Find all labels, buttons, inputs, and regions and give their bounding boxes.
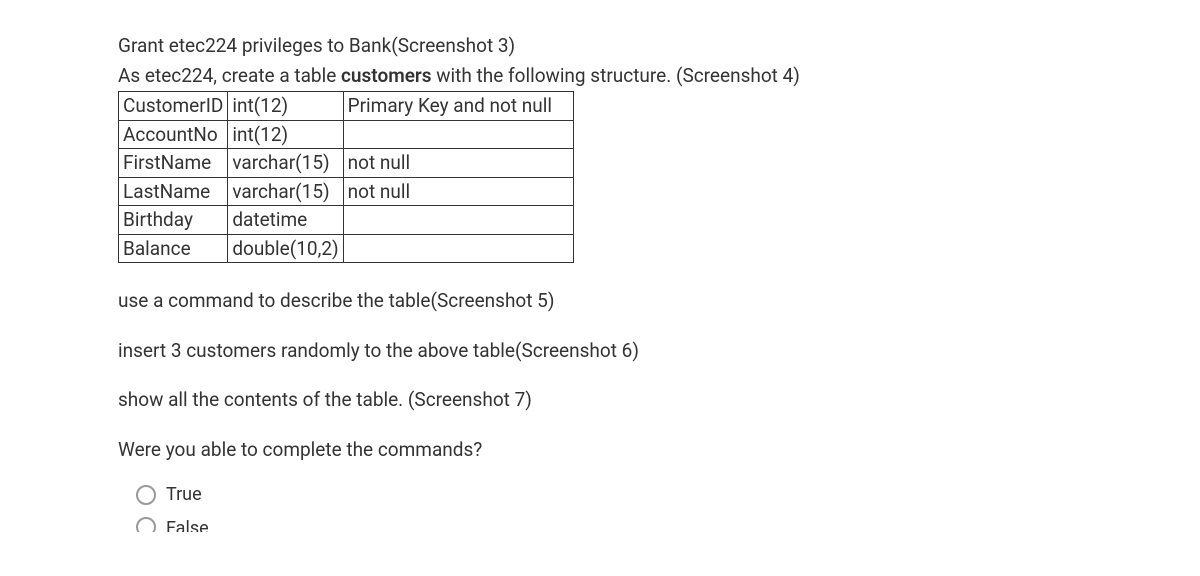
cell-type: double(10,2) <box>228 234 343 263</box>
cell-constraint <box>343 234 573 263</box>
table-row: CustomerID int(12) Primary Key and not n… <box>119 92 574 121</box>
cell-type: int(12) <box>228 92 343 121</box>
intro-line-2b: with the following structure. (Screensho… <box>432 64 800 87</box>
cell-field: Birthday <box>119 206 228 235</box>
radio-label-true: True <box>166 482 202 508</box>
radio-circle-icon <box>136 485 156 505</box>
radio-circle-icon <box>136 517 156 532</box>
radio-option-false[interactable]: False <box>136 516 1200 532</box>
instruction-2: insert 3 customers randomly to the above… <box>118 337 1200 365</box>
instruction-1: use a command to describe the table(Scre… <box>118 287 1200 315</box>
cell-field: AccountNo <box>119 120 228 149</box>
table-row: FirstName varchar(15) not null <box>119 149 574 178</box>
table-row: Birthday datetime <box>119 206 574 235</box>
table-row: LastName varchar(15) not null <box>119 177 574 206</box>
structure-table: CustomerID int(12) Primary Key and not n… <box>118 91 574 263</box>
cell-constraint: not null <box>343 177 573 206</box>
intro-line-1: Grant etec224 privileges to Bank(Screens… <box>118 32 1200 60</box>
cell-type: varchar(15) <box>228 149 343 178</box>
cell-constraint: Primary Key and not null <box>343 92 573 121</box>
cell-type: varchar(15) <box>228 177 343 206</box>
instruction-3: show all the contents of the table. (Scr… <box>118 386 1200 414</box>
cell-constraint <box>343 120 573 149</box>
radio-group: True False <box>118 482 1200 532</box>
radio-option-true[interactable]: True <box>136 482 1200 508</box>
cell-constraint: not null <box>343 149 573 178</box>
intro-line-2: As etec224, create a table customers wit… <box>118 62 1200 90</box>
cell-field: LastName <box>119 177 228 206</box>
cell-type: int(12) <box>228 120 343 149</box>
table-row: Balance double(10,2) <box>119 234 574 263</box>
cell-field: CustomerID <box>119 92 228 121</box>
radio-label-false: False <box>166 516 209 532</box>
intro-line-2a: As etec224, create a table <box>118 64 341 87</box>
intro-bold-customers: customers <box>341 64 432 87</box>
cell-type: datetime <box>228 206 343 235</box>
cell-field: FirstName <box>119 149 228 178</box>
table-row: AccountNo int(12) <box>119 120 574 149</box>
cell-constraint <box>343 206 573 235</box>
cell-field: Balance <box>119 234 228 263</box>
question-text: Were you able to complete the commands? <box>118 436 1200 464</box>
